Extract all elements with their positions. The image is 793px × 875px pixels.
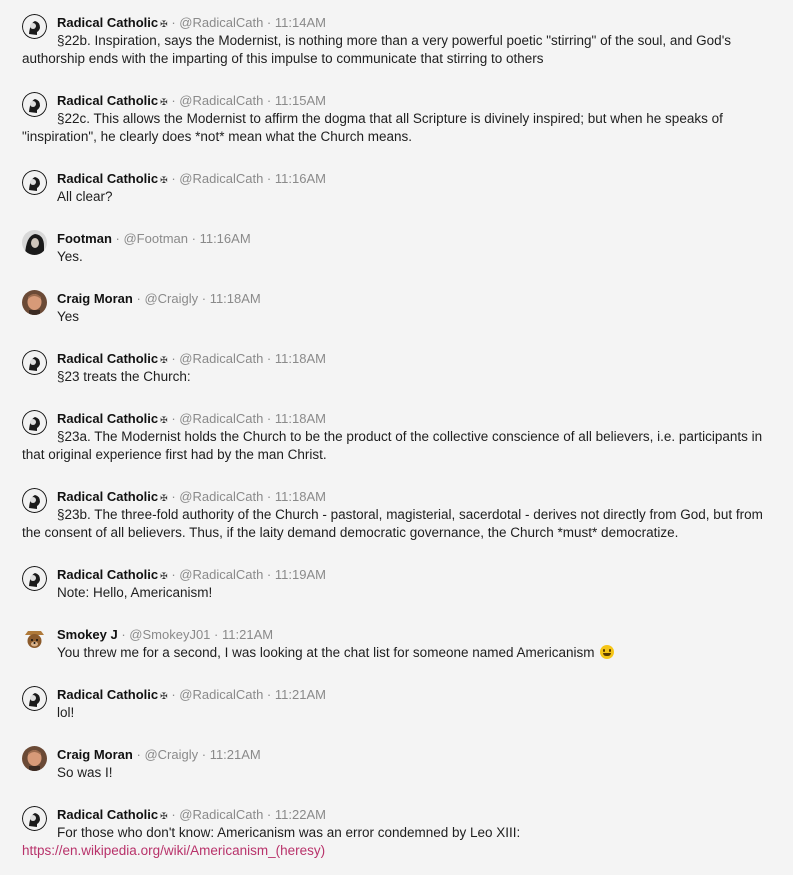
timestamp: 11:14AM [274,15,326,30]
smiley-emoji-icon [600,645,615,659]
chat-feed: Radical Catholic ✠ · @RadicalCath · 11:14… [0,0,793,875]
author-handle[interactable]: @RadicalCath [179,171,263,186]
author-name[interactable]: Smokey J [57,627,118,642]
author-name[interactable]: Radical Catholic [57,411,158,426]
cross-badge: ✠ [160,355,168,365]
timestamp: 11:16AM [199,231,251,246]
message-text-content: You threw me for a second, I was looking… [57,645,595,660]
author-name[interactable]: Footman [57,231,112,246]
chat-message: Radical Catholic ✠ · @RadicalCath · 11:21… [22,686,777,720]
timestamp: 11:22AM [274,807,326,822]
timestamp: 11:18AM [274,351,326,366]
author-handle[interactable]: @RadicalCath [179,93,263,108]
author-name[interactable]: Radical Catholic [57,351,158,366]
message-text: So was I! [57,765,113,780]
chat-message: Radical Catholic ✠ · @RadicalCath · 11:18… [22,410,777,462]
author-name[interactable]: Radical Catholic [57,15,158,30]
chat-message: Radical Catholic ✠ · @RadicalCath · 11:19… [22,566,777,600]
author-name[interactable]: Radical Catholic [57,567,158,582]
chat-message: Radical Catholic ✠ · @RadicalCath · 11:16… [22,170,777,204]
timestamp: 11:15AM [274,93,326,108]
author-name[interactable]: Radical Catholic [57,687,158,702]
message-text-content: For those who don't know: Americanism wa… [57,825,521,840]
chat-message: Craig Moran · @Craigly · 11:18AM Yes [22,290,777,324]
author-handle[interactable]: @RadicalCath [179,489,263,504]
message-text: lol! [57,705,75,720]
timestamp: 11:21AM [274,687,326,702]
timestamp: 11:19AM [274,567,326,582]
message-text: All clear? [57,189,113,204]
chat-message: Radical Catholic ✠ · @RadicalCath · 11:18… [22,488,777,540]
chat-message: Radical Catholic ✠ · @RadicalCath · 11:22… [22,806,777,858]
author-name[interactable]: Radical Catholic [57,807,158,822]
cross-badge: ✠ [160,97,168,107]
author-handle[interactable]: @RadicalCath [179,567,263,582]
author-name[interactable]: Radical Catholic [57,171,158,186]
wikipedia-link[interactable]: https://en.wikipedia.org/wiki/Americanis… [22,842,777,860]
chat-message: Radical Catholic ✠ · @RadicalCath · 11:14… [22,14,777,66]
cross-badge: ✠ [160,415,168,425]
timestamp: 11:21AM [222,627,274,642]
message-text: §22b. Inspiration, says the Modernist, i… [22,33,732,66]
cross-badge: ✠ [160,691,168,701]
cross-badge: ✠ [160,19,168,29]
message-text: For those who don't know: Americanism wa… [22,824,777,860]
message-text: Note: Hello, Americanism! [57,585,213,600]
chat-message: Craig Moran · @Craigly · 11:21AM So was … [22,746,777,780]
author-handle[interactable]: @RadicalCath [179,411,263,426]
author-handle[interactable]: @SmokeyJ01 [129,627,210,642]
timestamp: 11:18AM [209,291,261,306]
author-name[interactable]: Craig Moran [57,291,133,306]
message-text: §23 treats the Church: [57,369,191,384]
author-handle[interactable]: @Footman [123,231,188,246]
cross-badge: ✠ [160,175,168,185]
message-text: §23b. The three-fold authority of the Ch… [22,507,763,540]
message-text: §22c. This allows the Modernist to affir… [22,111,723,144]
author-handle[interactable]: @RadicalCath [179,15,263,30]
timestamp: 11:21AM [209,747,261,762]
cross-badge: ✠ [160,493,168,503]
timestamp: 11:18AM [274,489,326,504]
author-name[interactable]: Radical Catholic [57,93,158,108]
author-handle[interactable]: @RadicalCath [179,351,263,366]
cross-badge: ✠ [160,571,168,581]
message-text: Yes. [57,249,83,264]
cross-badge: ✠ [160,811,168,821]
author-handle[interactable]: @Craigly [144,747,198,762]
timestamp: 11:18AM [274,411,326,426]
chat-message: Radical Catholic ✠ · @RadicalCath · 11:15… [22,92,777,144]
message-text: Yes [57,309,80,324]
chat-message: Smokey J · @SmokeyJ01 · 11:21AM You thre… [22,626,777,660]
author-handle[interactable]: @RadicalCath [179,687,263,702]
chat-message: Radical Catholic ✠ · @RadicalCath · 11:18… [22,350,777,384]
message-text: You threw me for a second, I was looking… [22,644,777,662]
timestamp: 11:16AM [274,171,326,186]
author-handle[interactable]: @Craigly [144,291,198,306]
author-handle[interactable]: @RadicalCath [179,807,263,822]
message-text: §23a. The Modernist holds the Church to … [22,429,763,462]
author-name[interactable]: Radical Catholic [57,489,158,504]
chat-message: Footman · @Footman · 11:16AM Yes. [22,230,777,264]
author-name[interactable]: Craig Moran [57,747,133,762]
